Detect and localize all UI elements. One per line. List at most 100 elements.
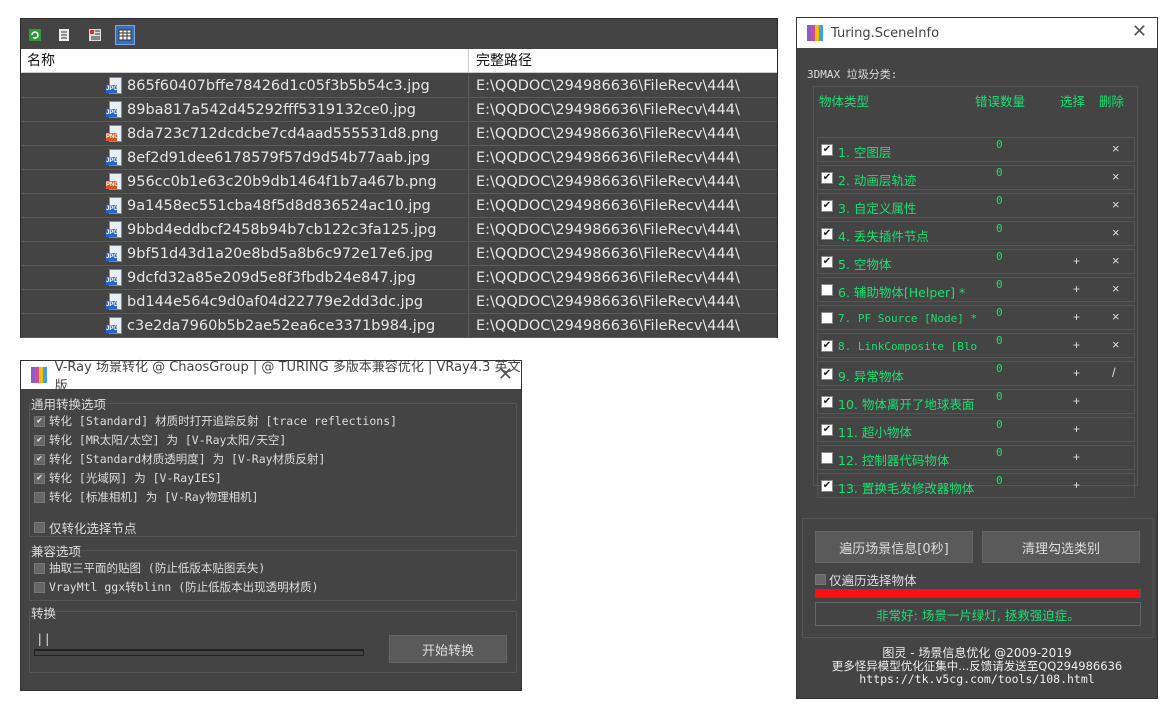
- table-row[interactable]: JPG c3e2da7960b5b2ae52ea6ce3371b984.jpg E:…: [21, 313, 777, 338]
- checkbox-box[interactable]: [34, 491, 45, 503]
- compat-checkbox-2[interactable]: VrayMtl ggx转blinn (防止低版本出现透明材质): [34, 579, 319, 595]
- jpg-file-icon: JPG: [106, 292, 123, 311]
- delete-button[interactable]: ×: [1112, 197, 1120, 212]
- file-name-cell[interactable]: JPG 9bbd4eddbcf2458b94b7cb122c3fa125.jpg: [21, 217, 469, 242]
- compat-checkbox-1[interactable]: 抽取三平面的贴图 (防止低版本贴图丢失): [34, 560, 265, 576]
- category-checkbox[interactable]: ✔: [821, 480, 833, 492]
- file-name-cell[interactable]: PNG 956cc0b1e63c20b9db1464f1b7a467b.png: [21, 169, 469, 194]
- only-selected-nodes-checkbox[interactable]: 仅转化选择节点: [34, 518, 137, 537]
- file-path-cell[interactable]: E:\QQDOC\294986636\FileRecv\444\: [469, 102, 777, 118]
- list-icon[interactable]: [54, 25, 74, 45]
- category-checkbox[interactable]: ✔: [821, 228, 833, 240]
- file-path: E:\QQDOC\294986636\FileRecv\444\: [476, 245, 740, 262]
- scan-progress-fill: [816, 590, 1140, 597]
- table-row[interactable]: PNG 956cc0b1e63c20b9db1464f1b7a467b.png E:…: [21, 169, 777, 194]
- table-row[interactable]: JPG 9a1458ec551cba48f5d8d836524ac10.jpg E:…: [21, 193, 777, 218]
- convert-label: 转换: [31, 606, 57, 621]
- table-row[interactable]: JPG bd144e564c9d0af04d22779e2dd3dc.jpg E:\…: [21, 289, 777, 314]
- close-icon[interactable]: ✕: [1132, 22, 1147, 42]
- category-checkbox[interactable]: [821, 284, 833, 296]
- refresh-icon[interactable]: [25, 25, 45, 45]
- delete-button[interactable]: ×: [1112, 253, 1120, 268]
- file-name-cell[interactable]: JPG 9bf51d43d1a20e8bd5a8b6c972e17e6.jpg: [21, 241, 469, 266]
- file-name-cell[interactable]: JPG 89ba817a542d45292fff5319132ce0.jpg: [21, 97, 469, 122]
- option-checkbox-3[interactable]: ✔ 转化 [Standard材质透明度] 为 [V-Ray材质反射]: [34, 451, 325, 467]
- checkbox-box[interactable]: ✔: [34, 453, 45, 465]
- select-button[interactable]: +: [1073, 478, 1080, 492]
- select-button[interactable]: +: [1073, 310, 1080, 324]
- scan-scene-button[interactable]: 遍历场景信息[0秒]: [815, 531, 973, 563]
- footer-link[interactable]: https://tk.v5cg.com/tools/108.html: [797, 672, 1157, 686]
- option-checkbox-5[interactable]: 转化 [标准相机] 为 [V-Ray物理相机]: [34, 489, 259, 505]
- category-checkbox[interactable]: [821, 312, 833, 324]
- file-name-cell[interactable]: PNG 8da723c712dcdcbe7cd4aad555531d8.png: [21, 121, 469, 146]
- table-row[interactable]: JPG 8ef2d91dee6178579f57d9d54b77aab.jpg E:…: [21, 145, 777, 170]
- file-path-cell[interactable]: E:\QQDOC\294986636\FileRecv\444\: [469, 246, 777, 262]
- delete-button[interactable]: ×: [1112, 309, 1120, 324]
- checkbox-box[interactable]: [34, 522, 45, 533]
- select-button[interactable]: +: [1073, 450, 1080, 464]
- category-checkbox[interactable]: ✔: [821, 172, 833, 184]
- file-path-cell[interactable]: E:\QQDOC\294986636\FileRecv\444\: [469, 126, 777, 142]
- file-path-cell[interactable]: E:\QQDOC\294986636\FileRecv\444\: [469, 198, 777, 214]
- start-convert-button[interactable]: 开始转换: [389, 635, 507, 663]
- file-path-cell[interactable]: E:\QQDOC\294986636\FileRecv\444\: [469, 78, 777, 94]
- grid-icon[interactable]: [115, 25, 135, 45]
- table-row[interactable]: PNG 8da723c712dcdcbe7cd4aad555531d8.png E:…: [21, 121, 777, 146]
- select-button[interactable]: +: [1073, 282, 1080, 296]
- table-row[interactable]: JPG 9bf51d43d1a20e8bd5a8b6c972e17e6.jpg E:…: [21, 241, 777, 266]
- file-path-cell[interactable]: E:\QQDOC\294986636\FileRecv\444\: [469, 174, 777, 190]
- checkbox-box[interactable]: [34, 562, 45, 574]
- delete-button[interactable]: ×: [1112, 169, 1120, 184]
- checkbox-box[interactable]: [34, 581, 45, 593]
- file-path-cell[interactable]: E:\QQDOC\294986636\FileRecv\444\: [469, 318, 777, 334]
- delete-button[interactable]: /: [1112, 365, 1116, 380]
- checkbox-box[interactable]: ✔: [34, 472, 45, 484]
- option-checkbox-2[interactable]: ✔ 转化 [MR太阳/太空] 为 [V-Ray太阳/天空]: [34, 432, 286, 448]
- select-button[interactable]: +: [1073, 338, 1080, 352]
- delete-button[interactable]: ×: [1112, 141, 1120, 156]
- category-checkbox[interactable]: ✔: [821, 396, 833, 408]
- convert-progress-bar: [34, 649, 364, 656]
- file-name-cell[interactable]: JPG c3e2da7960b5b2ae52ea6ce3371b984.jpg: [21, 313, 469, 338]
- category-checkbox[interactable]: ✔: [821, 424, 833, 436]
- file-name-cell[interactable]: JPG 865f60407bffe78426d1c05f3b5b54c3.jpg: [21, 73, 469, 98]
- option-checkbox-4[interactable]: ✔ 转化 [光域网] 为 [V-RayIES]: [34, 470, 222, 486]
- table-row[interactable]: JPG 89ba817a542d45292fff5319132ce0.jpg E:\…: [21, 97, 777, 122]
- file-name-cell[interactable]: JPG bd144e564c9d0af04d22779e2dd3dc.jpg: [21, 289, 469, 314]
- only-selected-objects-checkbox[interactable]: 仅遍历选择物体: [815, 570, 917, 589]
- category-checkbox[interactable]: ✔: [821, 256, 833, 268]
- header-errors: 错误数量: [975, 94, 1026, 109]
- table-row[interactable]: JPG 865f60407bffe78426d1c05f3b5b54c3.jpg E…: [21, 73, 777, 98]
- file-path-cell[interactable]: E:\QQDOC\294986636\FileRecv\444\: [469, 270, 777, 286]
- delete-button[interactable]: ×: [1112, 337, 1120, 352]
- clean-selected-button[interactable]: 清理勾选类别: [982, 531, 1140, 563]
- category-checkbox[interactable]: ✔: [821, 144, 833, 156]
- category-checkbox[interactable]: ✔: [821, 340, 833, 352]
- close-icon[interactable]: ✕: [498, 365, 513, 385]
- file-path-cell[interactable]: E:\QQDOC\294986636\FileRecv\444\: [469, 150, 777, 166]
- table-row[interactable]: JPG 9dcfd32a85e209d5e8f3fbdb24e847.jpg E:\…: [21, 265, 777, 290]
- delete-button[interactable]: ×: [1112, 281, 1120, 296]
- checkbox-box[interactable]: ✔: [34, 434, 45, 446]
- file-name-cell[interactable]: JPG 8ef2d91dee6178579f57d9d54b77aab.jpg: [21, 145, 469, 170]
- select-button[interactable]: +: [1073, 422, 1080, 436]
- select-button[interactable]: +: [1073, 394, 1080, 408]
- select-button[interactable]: +: [1073, 254, 1080, 268]
- table-row[interactable]: JPG 9bbd4eddbcf2458b94b7cb122c3fa125.jpg E…: [21, 217, 777, 242]
- file-name-cell[interactable]: JPG 9dcfd32a85e209d5e8f3fbdb24e847.jpg: [21, 265, 469, 290]
- column-header-name[interactable]: 名称: [21, 49, 469, 72]
- file-path-cell[interactable]: E:\QQDOC\294986636\FileRecv\444\: [469, 222, 777, 238]
- option-checkbox-1[interactable]: ✔ 转化 [Standard] 材质时打开追踪反射 [trace reflecti…: [34, 413, 397, 429]
- category-checkbox[interactable]: [821, 452, 833, 464]
- select-button[interactable]: +: [1073, 366, 1080, 380]
- column-header-path[interactable]: 完整路径: [469, 49, 777, 72]
- details-icon[interactable]: [85, 25, 105, 45]
- file-name-cell[interactable]: JPG 9a1458ec551cba48f5d8d836524ac10.jpg: [21, 193, 469, 218]
- category-checkbox[interactable]: ✔: [821, 368, 833, 380]
- checkbox-box[interactable]: [815, 574, 826, 585]
- checkbox-box[interactable]: ✔: [34, 415, 45, 427]
- category-checkbox[interactable]: ✔: [821, 200, 833, 212]
- delete-button[interactable]: ×: [1112, 225, 1120, 240]
- file-path-cell[interactable]: E:\QQDOC\294986636\FileRecv\444\: [469, 294, 777, 310]
